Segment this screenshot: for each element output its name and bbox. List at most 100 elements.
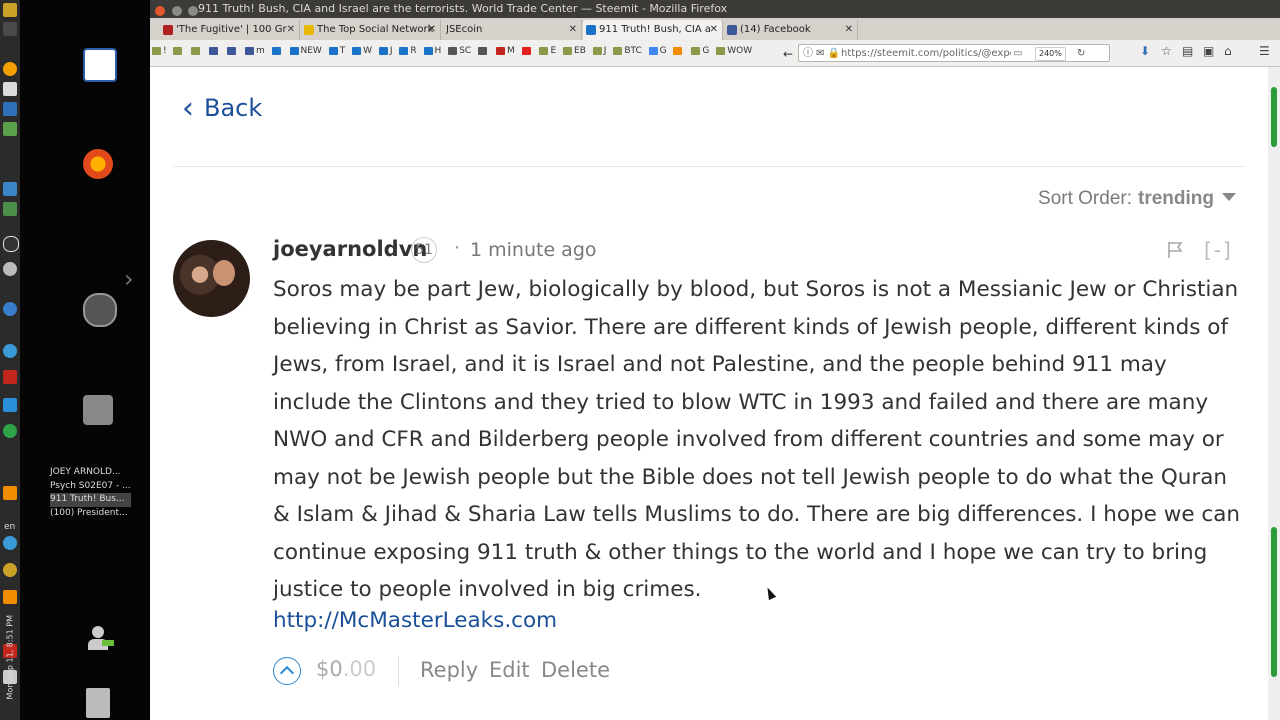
telegram-icon[interactable] bbox=[3, 424, 17, 438]
bookmark-item[interactable]: EB bbox=[563, 46, 586, 56]
browser-icon[interactable] bbox=[3, 302, 17, 316]
trash-icon[interactable] bbox=[86, 688, 110, 718]
tab-jsecoin[interactable]: JSEcoin ✕ bbox=[442, 20, 582, 40]
atom-icon[interactable] bbox=[3, 536, 17, 550]
obs-icon[interactable] bbox=[3, 236, 19, 252]
bookmark-item[interactable]: E bbox=[539, 46, 556, 56]
hamburger-menu-icon[interactable]: ☰ bbox=[1259, 44, 1270, 58]
text-editor-icon[interactable] bbox=[3, 82, 17, 96]
vlc-icon[interactable] bbox=[3, 590, 17, 604]
monitor-icon[interactable] bbox=[3, 202, 17, 216]
bookmark-item[interactable] bbox=[173, 46, 184, 56]
close-icon[interactable]: ✕ bbox=[845, 20, 853, 40]
delete-button[interactable]: Delete bbox=[541, 658, 610, 682]
bookmark-item[interactable]: T bbox=[328, 46, 345, 56]
maximize-window-button[interactable] bbox=[188, 6, 198, 16]
bookmark-item[interactable]: WOW bbox=[716, 46, 752, 56]
clock[interactable]: Mon Sep 11, 8:51 PM bbox=[6, 615, 15, 700]
close-icon[interactable]: ✕ bbox=[569, 20, 577, 40]
minimize-window-button[interactable] bbox=[171, 6, 182, 16]
library-icon[interactable]: ▤ bbox=[1182, 44, 1193, 58]
reply-button[interactable]: Reply bbox=[420, 658, 478, 682]
settings-icon[interactable] bbox=[3, 182, 17, 196]
close-icon[interactable]: ✕ bbox=[428, 20, 436, 40]
window-list-item[interactable]: JOEY ARNOLD... bbox=[50, 466, 131, 480]
keyboard-layout[interactable]: en bbox=[4, 522, 15, 532]
flag-icon[interactable] bbox=[1166, 241, 1184, 259]
avatar[interactable] bbox=[173, 240, 250, 317]
bitcoin-icon[interactable] bbox=[3, 62, 17, 76]
bookmark-item[interactable]: SC bbox=[448, 46, 471, 56]
bookmark-item[interactable]: J bbox=[378, 46, 393, 56]
chrome-icon[interactable] bbox=[83, 293, 117, 327]
close-icon[interactable]: ✕ bbox=[287, 20, 295, 40]
window-list-item[interactable]: 911 Truth! Bus... bbox=[50, 493, 131, 507]
page-scrollbar[interactable] bbox=[1268, 67, 1280, 720]
app-icon[interactable] bbox=[3, 398, 17, 412]
reader-view-icon[interactable]: ▭ bbox=[1013, 45, 1022, 63]
bookmark-item[interactable]: G bbox=[648, 46, 667, 56]
window-list-item[interactable]: (100) President... bbox=[50, 507, 131, 521]
bookmark-item[interactable]: W bbox=[352, 46, 372, 56]
bookmark-item[interactable]: G bbox=[691, 46, 709, 56]
bookmark-item[interactable]: H bbox=[423, 46, 441, 56]
back-arrow-icon[interactable]: ← bbox=[783, 45, 793, 63]
edit-button[interactable]: Edit bbox=[489, 658, 530, 682]
chrome-icon[interactable] bbox=[3, 262, 17, 276]
coin-icon[interactable] bbox=[3, 563, 17, 577]
window-list-item[interactable]: Psych S02E07 - ... bbox=[50, 480, 131, 494]
bookmark-star-icon[interactable]: ☆ bbox=[1161, 44, 1172, 58]
app-icon[interactable] bbox=[3, 22, 17, 36]
filezilla-icon[interactable] bbox=[3, 370, 17, 384]
user-icon[interactable] bbox=[84, 624, 114, 654]
upvote-button[interactable] bbox=[273, 657, 301, 685]
bookmark-item[interactable]: M bbox=[495, 46, 515, 56]
bookmark-item[interactable] bbox=[191, 46, 202, 56]
vlc-icon[interactable] bbox=[3, 486, 17, 500]
zoom-indicator[interactable]: 240% bbox=[1035, 47, 1066, 61]
chevron-right-icon[interactable]: › bbox=[124, 265, 134, 293]
bookmark-item[interactable]: NEW bbox=[289, 46, 322, 56]
bookmark-item[interactable]: BTC bbox=[613, 46, 642, 56]
scrollbar-thumb[interactable] bbox=[1271, 87, 1277, 147]
files-icon[interactable] bbox=[83, 395, 113, 425]
atom-icon[interactable] bbox=[3, 344, 17, 358]
pocket-icon[interactable]: ▣ bbox=[1203, 44, 1214, 58]
url-bar[interactable]: ← ⓘ ✉ 🔒 https://steemit.com/politics/@ex… bbox=[783, 44, 1110, 63]
firefox-window: 911 Truth! Bush, CIA and Israel are the … bbox=[150, 0, 1280, 720]
bookmark-item[interactable] bbox=[271, 46, 283, 56]
payout-value[interactable]: $0.00 bbox=[316, 657, 376, 681]
bookmark-item[interactable] bbox=[227, 46, 238, 56]
bookmark-item[interactable]: J bbox=[592, 46, 606, 56]
bookmark-item[interactable]: ! bbox=[152, 46, 167, 56]
sort-order-dropdown[interactable]: Sort Order: trending bbox=[1038, 188, 1236, 210]
calculator-icon[interactable] bbox=[3, 102, 17, 116]
bookmark-item[interactable]: m bbox=[244, 46, 265, 56]
bookmark-item[interactable] bbox=[673, 46, 684, 56]
reload-icon[interactable]: ↻ bbox=[1077, 45, 1085, 63]
home-icon[interactable]: ⌂ bbox=[1224, 44, 1232, 58]
comment-author[interactable]: joeyarnoldvn bbox=[273, 237, 427, 261]
comment-link[interactable]: http://McMasterLeaks.com bbox=[273, 608, 557, 633]
bookmark-item[interactable] bbox=[209, 46, 220, 56]
bookmark-item[interactable] bbox=[478, 46, 489, 56]
firefox-icon[interactable] bbox=[83, 149, 113, 179]
collapse-toggle[interactable]: [-] bbox=[1204, 238, 1233, 262]
download-icon[interactable]: ⬇ bbox=[1140, 44, 1150, 58]
site-info-icon[interactable]: ⓘ ✉ 🔒 bbox=[803, 45, 840, 63]
tab-facebook[interactable]: (14) Facebook ✕ bbox=[724, 20, 858, 40]
close-window-button[interactable] bbox=[155, 6, 165, 16]
menu-icon[interactable] bbox=[3, 3, 17, 17]
bookmark-item[interactable] bbox=[521, 46, 533, 56]
bookmark-item[interactable]: R bbox=[399, 46, 417, 56]
comment-timestamp[interactable]: 1 minute ago bbox=[470, 239, 597, 261]
spreadsheet-icon[interactable] bbox=[3, 122, 17, 136]
tab-top-social[interactable]: The Top Social Network ✕ bbox=[301, 20, 441, 40]
scrollbar-thumb[interactable] bbox=[1271, 527, 1277, 677]
close-icon[interactable]: ✕ bbox=[710, 20, 718, 40]
document-icon[interactable] bbox=[83, 48, 117, 82]
tab-fugitive[interactable]: 'The Fugitive' | 100 Gr ✕ bbox=[160, 20, 300, 40]
back-button[interactable]: ‹ Back bbox=[182, 91, 262, 126]
page-content: ‹ Back Sort Order: trending joeyarnoldvn 5… bbox=[150, 67, 1268, 720]
tab-steemit[interactable]: 911 Truth! Bush, CIA a ✕ bbox=[583, 20, 723, 40]
